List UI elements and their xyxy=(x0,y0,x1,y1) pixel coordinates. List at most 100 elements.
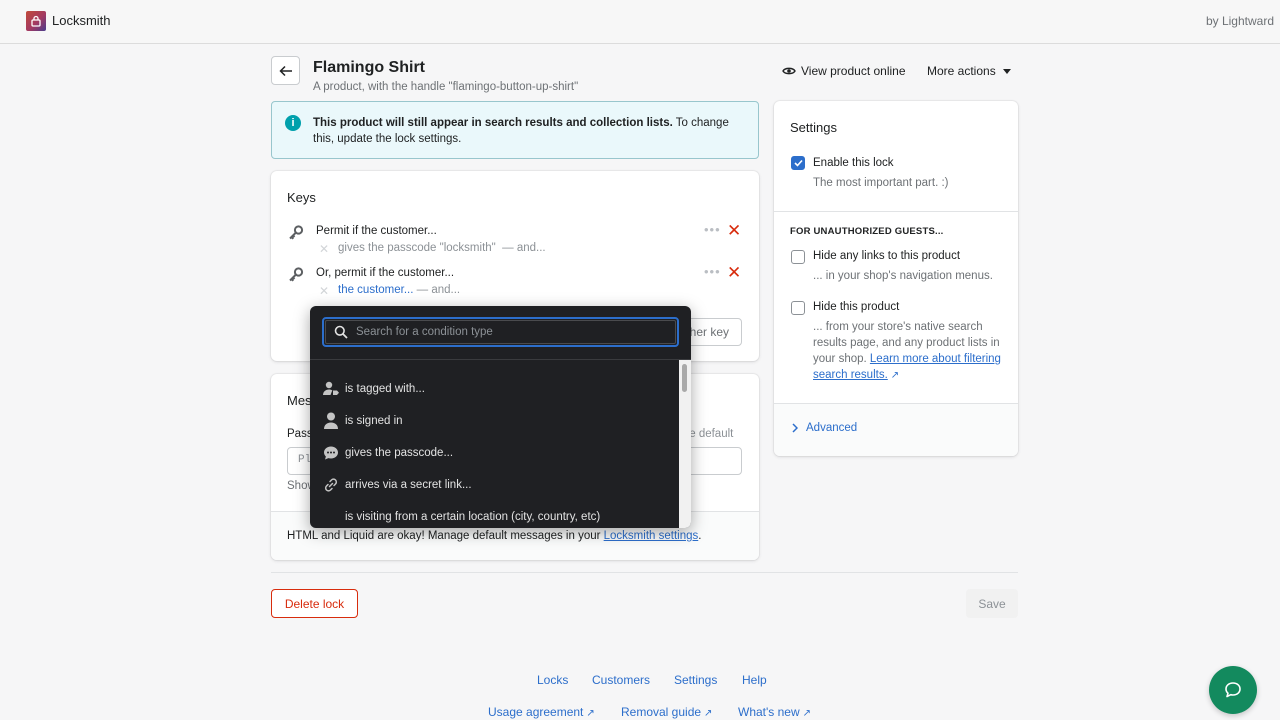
condition-type-dropdown: is tagged with... is signed in gives the… xyxy=(310,306,691,528)
advanced-label: Advanced xyxy=(806,422,858,434)
footer-text-prefix: HTML and Liquid are okay! Manage default… xyxy=(287,530,604,542)
delete-lock-button[interactable]: Delete lock xyxy=(271,589,358,618)
unauthorized-guests-heading: FOR UNAUTHORIZED GUESTS... xyxy=(790,226,944,237)
dropdown-scrollbar-thumb[interactable] xyxy=(682,364,687,392)
banner-message-bold: This product will still appear in search… xyxy=(313,117,673,129)
hide-product-label: Hide this product xyxy=(813,301,900,313)
condition-value: gives the passcode "locksmith" xyxy=(338,242,496,254)
footer-link-settings[interactable]: Settings xyxy=(674,673,717,687)
view-product-online-button[interactable]: View product online xyxy=(782,64,906,78)
condition-option-secret-link[interactable]: arrives via a secret link... xyxy=(310,470,679,502)
key-icon xyxy=(289,225,304,240)
customer-tag-icon xyxy=(322,380,340,398)
advanced-toggle[interactable]: Advanced xyxy=(792,422,857,434)
advanced-section: Advanced xyxy=(774,403,1018,456)
footer-link-whats-new[interactable]: What's new ↗ xyxy=(738,705,811,719)
footer-link-help[interactable]: Help xyxy=(742,673,767,687)
key-icon xyxy=(289,267,304,282)
condition-option-location[interactable]: is visiting from a certain location (cit… xyxy=(310,502,679,528)
more-actions-label: More actions xyxy=(927,64,996,78)
enable-lock-label: Enable this lock xyxy=(813,157,894,169)
locksmith-settings-link[interactable]: Locksmith settings xyxy=(604,530,699,542)
condition-search-field[interactable] xyxy=(322,317,679,347)
footer-link-usage-agreement[interactable]: Usage agreement ↗ xyxy=(488,705,595,719)
whats-new-label: What's new xyxy=(738,705,800,719)
condition-and: — and... xyxy=(502,242,546,254)
chevron-right-icon xyxy=(792,423,798,433)
back-button[interactable] xyxy=(271,56,300,85)
enable-lock-help: The most important part. :) xyxy=(813,177,949,189)
chat-icon xyxy=(1225,682,1241,698)
unauthorized-guests-section xyxy=(774,211,1018,212)
hide-links-checkbox[interactable] xyxy=(791,250,805,264)
condition-option-label: gives the passcode... xyxy=(345,447,454,459)
external-link-icon: ↗ xyxy=(890,370,900,381)
footer-link-locks[interactable]: Locks xyxy=(537,673,568,687)
key-options-icon[interactable]: ••• xyxy=(704,222,721,237)
app-topbar: Locksmith by Lightward xyxy=(0,0,1280,44)
chat-support-button[interactable] xyxy=(1209,666,1257,714)
messages-footer-text: HTML and Liquid are okay! Manage default… xyxy=(287,530,701,542)
condition-picker-link[interactable]: the customer... xyxy=(338,284,413,296)
app-byline: by Lightward xyxy=(1205,14,1274,28)
dropdown-scrollbar[interactable] xyxy=(679,360,691,528)
info-icon: i xyxy=(285,115,301,131)
info-banner: i This product will still appear in sear… xyxy=(271,101,759,159)
enable-lock-checkbox[interactable] xyxy=(791,156,805,170)
key-label: Or, permit if the customer... xyxy=(316,267,455,279)
hide-product-help: ... from your store's native search resu… xyxy=(813,319,1003,384)
footer-link-removal-guide[interactable]: Removal guide ↗ xyxy=(621,705,712,719)
removal-guide-label: Removal guide xyxy=(621,705,702,719)
arrow-left-icon xyxy=(278,65,292,76)
passcode-prompt-label: Pass xyxy=(287,428,313,440)
page-subtitle: A product, with the handle "flamingo-but… xyxy=(313,81,579,93)
search-icon xyxy=(334,325,348,339)
locksmith-logo-icon xyxy=(26,11,46,31)
delete-key-icon[interactable]: ✕ xyxy=(727,263,741,283)
condition-text[interactable]: the customer... — and... xyxy=(338,284,460,296)
key-options-icon[interactable]: ••• xyxy=(704,264,721,279)
usage-agreement-label: Usage agreement xyxy=(488,705,584,719)
condition-search-input[interactable] xyxy=(356,324,656,340)
caret-down-icon xyxy=(1002,68,1011,74)
page-title: Flamingo Shirt xyxy=(313,59,425,76)
condition-option-label: is tagged with... xyxy=(345,383,425,395)
external-link-icon: ↗ xyxy=(802,708,812,719)
page-divider xyxy=(271,572,1018,573)
external-link-icon: ↗ xyxy=(586,708,595,719)
remove-condition-icon[interactable]: ✕ xyxy=(319,242,329,256)
condition-and: — and... xyxy=(416,284,461,296)
condition-type-list: is tagged with... is signed in gives the… xyxy=(310,360,679,528)
banner-message: This product will still appear in search… xyxy=(313,115,753,147)
keys-title: Keys xyxy=(287,190,316,205)
view-product-online-label: View product online xyxy=(801,64,906,78)
chat-bubble-icon xyxy=(322,444,340,462)
settings-card: Settings Enable this lock The most impor… xyxy=(774,101,1018,456)
footer-link-customers[interactable]: Customers xyxy=(592,673,650,687)
settings-title: Settings xyxy=(790,120,837,135)
delete-key-icon[interactable]: ✕ xyxy=(727,221,741,241)
key-label: Permit if the customer... xyxy=(316,225,437,237)
condition-option-label: is signed in xyxy=(345,415,403,427)
remove-condition-icon[interactable]: ✕ xyxy=(319,284,329,298)
condition-option-signed-in[interactable]: is signed in xyxy=(310,406,679,438)
checkmark-icon xyxy=(793,159,803,167)
condition-option-label: is visiting from a certain location (cit… xyxy=(345,511,601,523)
key-row: Or, permit if the customer... ✕ the cust… xyxy=(271,263,759,306)
footer-text-end: . xyxy=(698,530,702,542)
eye-icon xyxy=(782,67,796,75)
save-button[interactable]: Save xyxy=(966,589,1018,618)
more-actions-button[interactable]: More actions xyxy=(927,64,1011,78)
customer-icon xyxy=(322,412,340,430)
condition-text[interactable]: gives the passcode "locksmith" — and... xyxy=(338,242,546,254)
app-name: Locksmith xyxy=(52,13,111,28)
hide-product-checkbox[interactable] xyxy=(791,301,805,315)
external-link-icon: ↗ xyxy=(704,708,713,719)
hide-links-label: Hide any links to this product xyxy=(813,250,961,262)
link-icon xyxy=(322,476,340,494)
condition-option-passcode[interactable]: gives the passcode... xyxy=(310,438,679,470)
condition-option-tagged[interactable]: is tagged with... xyxy=(310,374,679,406)
messages-title: Mes xyxy=(287,393,312,408)
key-row: Permit if the customer... ✕ gives the pa… xyxy=(271,221,759,264)
condition-option-label: arrives via a secret link... xyxy=(345,479,472,491)
